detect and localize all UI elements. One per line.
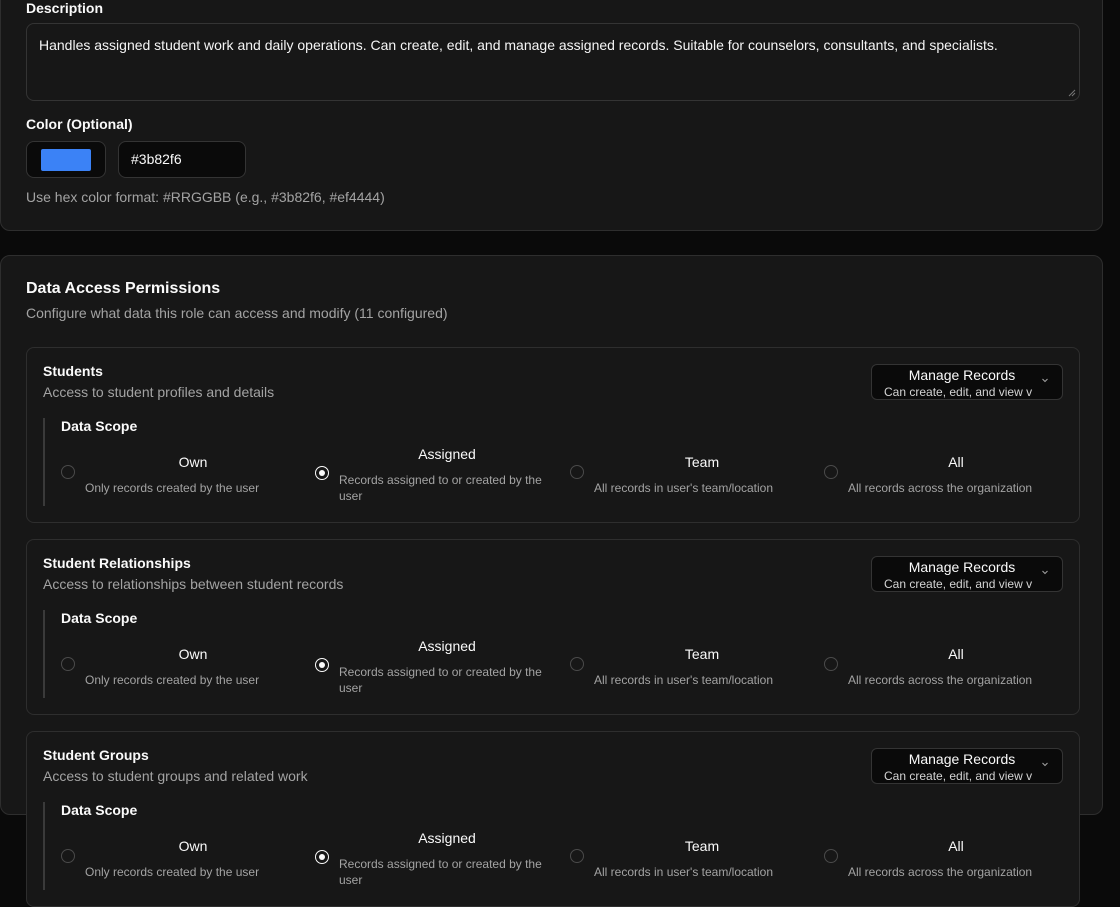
chevron-down-icon [1042,570,1048,575]
scope-option-description: All records in user's team/location [594,673,774,687]
permissions-title: Data Access Permissions [26,280,221,297]
data-scope-label: Data Scope [61,418,138,434]
color-picker[interactable] [26,141,106,178]
scope-option-assigned[interactable]: Assigned Records assigned to or created … [315,630,565,695]
scope-option-description: All records in user's team/location [594,481,774,495]
scope-radio[interactable] [824,849,838,863]
scope-option-label: Team [684,838,720,854]
access-level-value: Manage Records [908,367,1016,383]
scope-option-label: Assigned [418,830,476,846]
access-level-value: Manage Records [908,751,1016,767]
scope-option-description: Only records created by the user [85,481,260,495]
scope-option-label: All [948,646,964,662]
access-level-description: Can create, edit, and view v [884,577,1033,591]
data-scope-label: Data Scope [61,802,138,818]
access-level-select[interactable]: Manage Records Can create, edit, and vie… [871,748,1063,784]
scope-option-own[interactable]: Own Only records created by the user [61,822,311,886]
description-label: Description [26,0,104,16]
section-description: Access to student profiles and details [43,384,275,400]
scope-option-label: All [948,838,964,854]
scope-radio[interactable] [315,850,329,864]
permission-section: Students Access to student profiles and … [26,347,1080,523]
access-level-select[interactable]: Manage Records Can create, edit, and vie… [871,556,1063,592]
access-level-description: Can create, edit, and view v [884,769,1033,783]
scope-option-assigned[interactable]: Assigned Records assigned to or created … [315,438,565,503]
scope-option-team[interactable]: Team All records in user's team/location [570,822,820,886]
scope-option-label: Assigned [418,446,476,462]
section-description: Access to student groups and related wor… [43,768,308,784]
scope-radio[interactable] [61,657,75,671]
scope-option-label: Team [684,646,720,662]
section-title: Student Groups [43,747,149,763]
scope-radio[interactable] [570,657,584,671]
scope-radio[interactable] [315,658,329,672]
color-label: Color (Optional) [26,116,133,132]
section-description: Access to relationships between student … [43,576,344,592]
scope-option-description: Records assigned to or created by the us… [339,665,542,695]
scope-option-description: All records in user's team/location [594,865,774,879]
section-title: Students [43,363,103,379]
access-level-description: Can create, edit, and view v [884,385,1033,399]
scope-radio[interactable] [315,466,329,480]
data-scope-group: Data Scope Own Only records created by t… [43,418,1065,506]
scope-option-team[interactable]: Team All records in user's team/location [570,630,820,694]
color-hint: Use hex color format: #RRGGBB (e.g., #3b… [26,189,385,205]
scope-option-description: All records across the organization [848,865,1033,879]
scope-option-team[interactable]: Team All records in user's team/location [570,438,820,502]
scope-radio[interactable] [824,657,838,671]
scope-option-description: Only records created by the user [85,865,260,879]
access-level-value: Manage Records [908,559,1016,575]
resize-handle-icon[interactable] [1068,89,1076,97]
scope-option-description: All records across the organization [848,673,1033,687]
role-details-card: Description Handles assigned student wor… [0,0,1103,231]
scope-option-label: Own [178,838,208,854]
scope-radio[interactable] [570,849,584,863]
scope-radio[interactable] [824,465,838,479]
scope-option-label: Own [178,454,208,470]
permission-section: Student Groups Access to student groups … [26,731,1080,907]
scope-option-label: Assigned [418,638,476,654]
scope-option-description: All records across the organization [848,481,1033,495]
chevron-down-icon [1042,762,1048,767]
scope-option-description: Only records created by the user [85,673,260,687]
description-textarea[interactable]: Handles assigned student work and daily … [26,23,1080,101]
scope-option-own[interactable]: Own Only records created by the user [61,438,311,502]
scope-option-assigned[interactable]: Assigned Records assigned to or created … [315,822,565,887]
permissions-card: Data Access Permissions Configure what d… [0,255,1103,907]
scope-option-label: Own [178,646,208,662]
access-level-select[interactable]: Manage Records Can create, edit, and vie… [871,364,1063,400]
scope-option-all[interactable]: All All records across the organization [824,630,1074,694]
scope-option-all[interactable]: All All records across the organization [824,438,1074,502]
scope-option-all[interactable]: All All records across the organization [824,822,1074,886]
data-scope-group: Data Scope Own Only records created by t… [43,610,1065,698]
color-hex-input[interactable]: #3b82f6 [118,141,246,178]
data-scope-group: Data Scope Own Only records created by t… [43,802,1065,890]
scope-radio[interactable] [61,465,75,479]
scope-option-description: Records assigned to or created by the us… [339,857,542,887]
scope-option-description: Records assigned to or created by the us… [339,473,542,503]
scope-option-label: Team [684,454,720,470]
permissions-subtitle: Configure what data this role can access… [26,305,448,321]
scope-option-label: All [948,454,964,470]
color-swatch [41,149,91,171]
data-scope-label: Data Scope [61,610,138,626]
section-title: Student Relationships [43,555,191,571]
permission-section: Student Relationships Access to relation… [26,539,1080,715]
description-value: Handles assigned student work and daily … [39,37,998,53]
scope-radio[interactable] [570,465,584,479]
scope-radio[interactable] [61,849,75,863]
chevron-down-icon [1042,378,1048,383]
scope-option-own[interactable]: Own Only records created by the user [61,630,311,694]
